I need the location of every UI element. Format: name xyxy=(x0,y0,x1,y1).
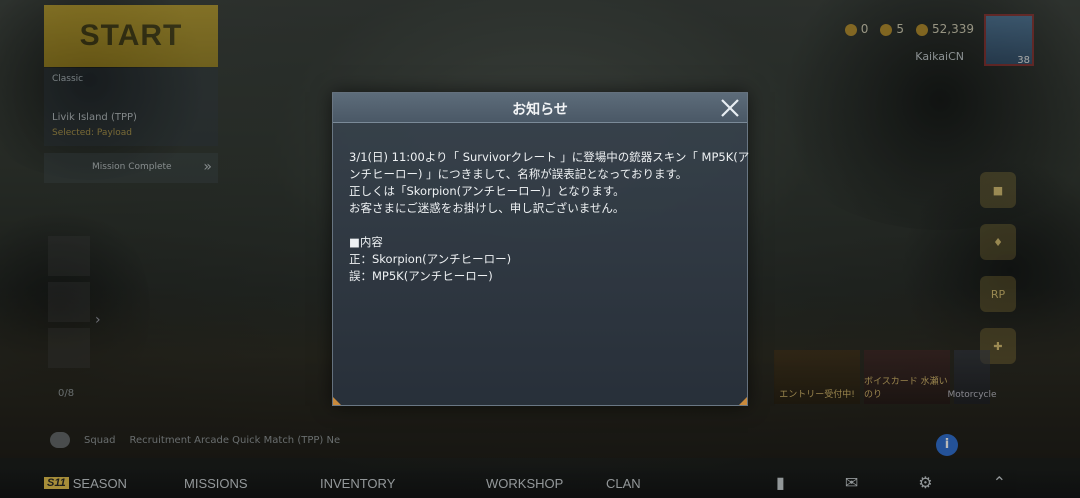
nav-season[interactable]: S11 SEASON xyxy=(44,476,184,491)
nav-workshop[interactable]: WORKSHOP xyxy=(486,476,606,491)
avatar[interactable]: 38 xyxy=(984,14,1034,66)
close-icon xyxy=(721,99,739,117)
team-slot[interactable] xyxy=(48,282,90,322)
expand-icon[interactable]: ⌃ xyxy=(993,473,1006,493)
stats-icon[interactable]: ▮ xyxy=(776,473,785,493)
info-icon[interactable]: i xyxy=(936,434,958,456)
mode-name: Livik Island (TPP) xyxy=(52,112,137,123)
nav-icons: ▮ ✉ ⚙ ⌃ xyxy=(776,473,1006,493)
player-name: KaikaiCN xyxy=(915,50,964,63)
currency-bar: 0 5 52,339 xyxy=(844,22,974,36)
nav-season-label: SEASON xyxy=(72,475,127,491)
right-shortcuts: ■ ♦ RP ✚ xyxy=(980,172,1020,380)
event-entry-banner[interactable]: エントリー受付中! xyxy=(774,350,860,404)
body-line: ンチヒーロー) 」につきまして、名称が誤表記となっております。 xyxy=(349,167,688,181)
nav-inventory[interactable]: INVENTORY xyxy=(320,476,486,491)
chevron-right-icon: » xyxy=(203,159,212,175)
start-button[interactable]: START xyxy=(44,5,218,67)
team-slot[interactable] xyxy=(48,328,90,368)
section-heading: ■内容 xyxy=(349,235,383,249)
crate-icon[interactable]: ■ xyxy=(980,172,1016,208)
bottom-nav: S11 SEASON MISSIONS INVENTORY WORKSHOP C… xyxy=(0,468,1080,498)
body-line: 3/1(日) 11:00より「 Survivorクレート 」に登場中の銃器スキン… xyxy=(349,150,750,164)
correct-line: 正：Skorpion(アンチヒーロー) xyxy=(349,252,512,266)
currency-item: 5 xyxy=(880,22,904,36)
nav-clan[interactable]: CLAN xyxy=(606,476,756,491)
currency-item: 0 xyxy=(844,22,868,36)
team-slot[interactable] xyxy=(48,236,90,276)
slot-count: 0/8 xyxy=(58,388,75,399)
bp-coin-icon xyxy=(916,23,928,36)
mission-label: Mission Complete xyxy=(92,162,172,172)
uc-coin-icon xyxy=(880,23,893,36)
token-icon xyxy=(844,23,857,36)
outfit-icon[interactable]: ♦ xyxy=(980,224,1016,260)
event-moto-banner[interactable]: Motorcycle xyxy=(947,350,997,404)
dialog-header: お知らせ xyxy=(333,93,747,123)
mode-category: Classic xyxy=(52,74,84,84)
mode-sub: Selected: Payload xyxy=(52,128,133,138)
chat-bubble-icon[interactable] xyxy=(50,432,70,448)
chat-row[interactable]: Squad Recruitment Arcade Quick Match (TP… xyxy=(50,432,340,448)
nav-missions[interactable]: MISSIONS xyxy=(184,476,320,491)
close-button[interactable] xyxy=(717,95,743,121)
announcement-dialog: お知らせ 3/1(日) 11:00より「 Survivorクレート 」に登場中の… xyxy=(332,92,750,406)
dialog-title: お知らせ xyxy=(512,102,568,118)
event-banners: エントリー受付中! ボイスカード 水瀬いのり Motorcycle xyxy=(774,350,997,404)
currency-item: 52,339 xyxy=(916,22,974,36)
game-mode-card[interactable]: Classic Livik Island (TPP) Selected: Pay… xyxy=(44,68,218,146)
royale-pass-icon[interactable]: RP xyxy=(980,276,1016,312)
corner-accent xyxy=(333,397,341,405)
wrong-line: 誤：MP5K(アンチヒーロー) xyxy=(349,269,493,283)
mission-bar[interactable]: Mission Complete » xyxy=(44,153,218,183)
body-line: 正しくは「Skorpion(アンチヒーロー)」となります。 xyxy=(349,184,625,198)
event-voice-banner[interactable]: ボイスカード 水瀬いのり xyxy=(864,350,950,404)
body-line: お客さまにご迷惑をお掛けし、申し訳ございません。 xyxy=(349,201,625,215)
settings-icon[interactable]: ⚙ xyxy=(918,473,932,493)
player-level: 38 xyxy=(1017,55,1030,66)
chat-message: Recruitment Arcade Quick Match (TPP) Ne xyxy=(129,434,341,446)
chat-channel: Squad xyxy=(84,434,116,446)
season-tag: S11 xyxy=(44,477,69,489)
mail-icon[interactable]: ✉ xyxy=(845,473,858,493)
chevron-right-icon[interactable]: › xyxy=(95,312,101,328)
corner-accent xyxy=(739,397,747,405)
dialog-body: 3/1(日) 11:00より「 Survivorクレート 」に登場中の銃器スキン… xyxy=(349,149,750,285)
team-slots xyxy=(48,236,90,374)
